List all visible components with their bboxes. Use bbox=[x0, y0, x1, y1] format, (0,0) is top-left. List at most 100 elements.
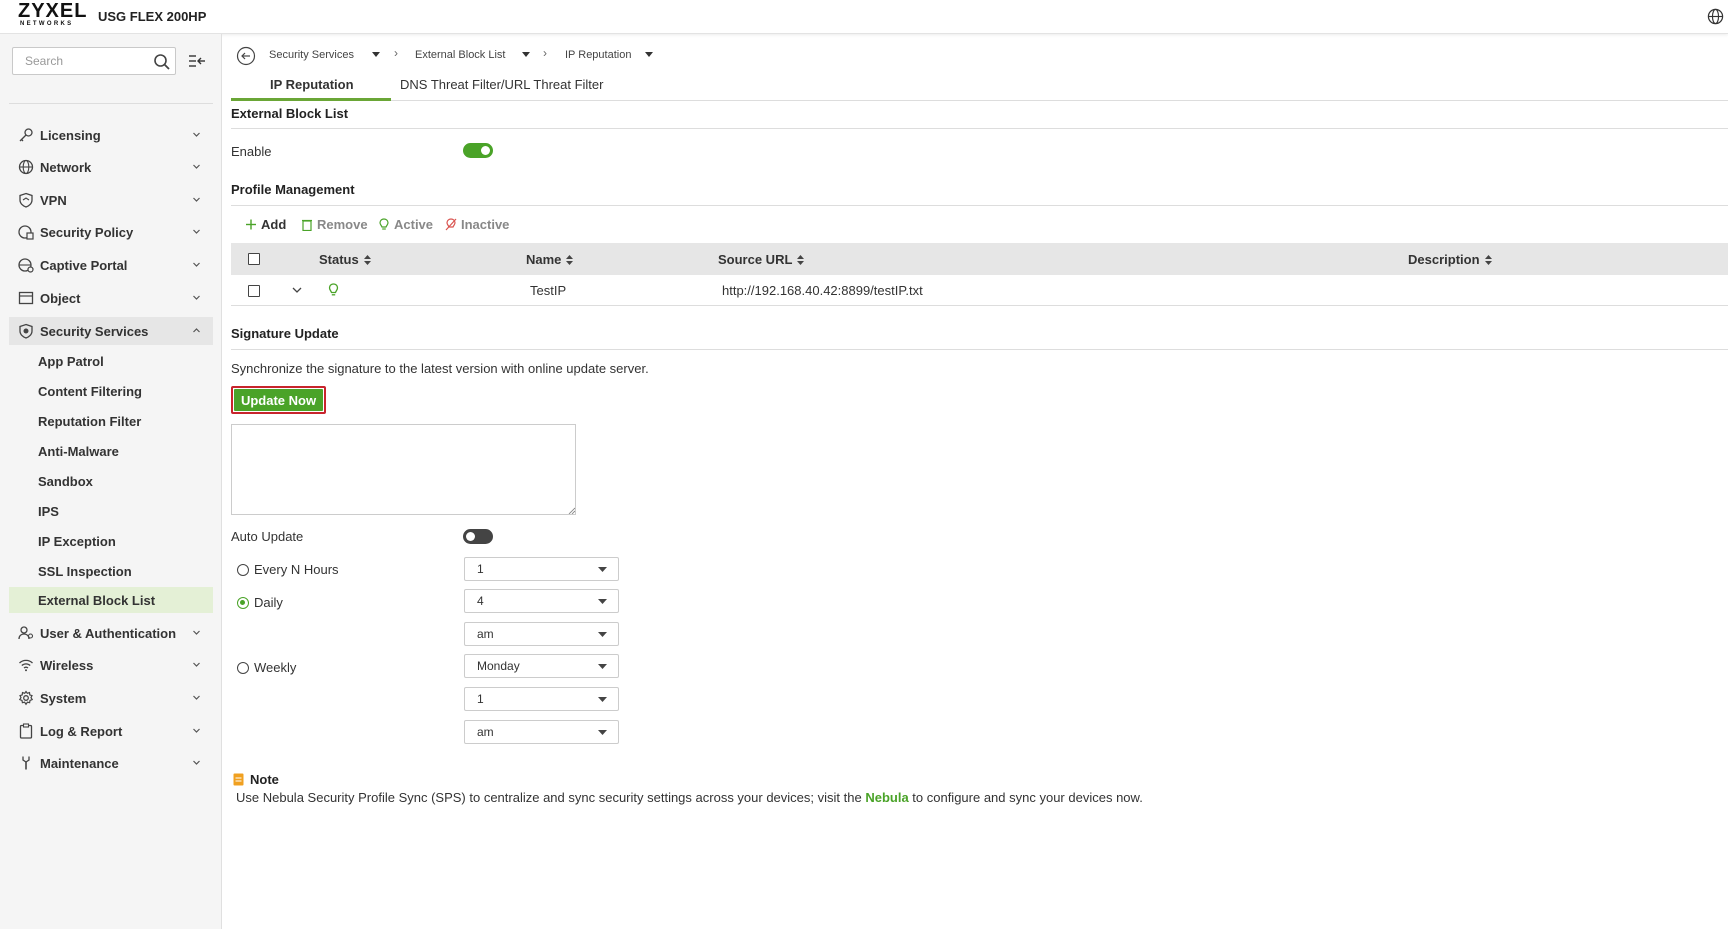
sidebar-item-user-authentication[interactable]: User & Authentication bbox=[9, 619, 213, 647]
sidebar-item-object[interactable]: Object bbox=[9, 284, 213, 312]
plus-icon bbox=[246, 219, 256, 230]
every-n-hours-radio[interactable]: Every N Hours bbox=[237, 562, 339, 577]
sidebar-subitem-reputation-filter[interactable]: Reputation Filter bbox=[9, 408, 213, 434]
language-globe-icon[interactable] bbox=[1707, 8, 1724, 25]
active-button[interactable]: Active bbox=[378, 217, 433, 232]
column-header-name[interactable]: Name bbox=[526, 252, 574, 267]
column-header-status[interactable]: Status bbox=[319, 252, 371, 267]
sidebar-subitem-external-block-list[interactable]: External Block List bbox=[9, 587, 213, 613]
caret-down-icon bbox=[598, 599, 607, 604]
remove-label: Remove bbox=[317, 217, 368, 232]
table-row[interactable]: TestIP http://192.168.40.42:8899/testIP.… bbox=[231, 275, 1728, 306]
daily-ampm-select[interactable]: am bbox=[464, 622, 619, 646]
weekly-hour-select[interactable]: 1 bbox=[464, 687, 619, 711]
search-icon[interactable] bbox=[153, 53, 171, 71]
radio-indicator bbox=[237, 661, 249, 674]
clipboard-icon bbox=[19, 723, 33, 739]
captive-portal-icon bbox=[18, 258, 34, 273]
auto-update-toggle[interactable] bbox=[463, 529, 493, 544]
sidebar-item-network[interactable]: Network bbox=[9, 153, 213, 181]
sidebar-item-licensing[interactable]: Licensing bbox=[9, 121, 213, 149]
sidebar-subitem-ips[interactable]: IPS bbox=[9, 498, 213, 524]
status-active-bulb-icon bbox=[328, 283, 339, 296]
sidebar-item-security-policy[interactable]: Security Policy bbox=[9, 218, 213, 246]
weekly-ampm-select[interactable]: am bbox=[464, 720, 619, 744]
sidebar-item-label: Captive Portal bbox=[40, 257, 128, 273]
breadcrumb-external-block-list[interactable]: External Block List bbox=[415, 49, 505, 61]
chevron-down-icon bbox=[193, 262, 200, 267]
sidebar-item-wireless[interactable]: Wireless bbox=[9, 651, 213, 679]
caret-down-icon[interactable] bbox=[645, 52, 653, 58]
sidebar-item-system[interactable]: System bbox=[9, 684, 213, 712]
sidebar-subitem-ip-exception[interactable]: IP Exception bbox=[9, 528, 213, 554]
sidebar-item-vpn[interactable]: VPN bbox=[9, 186, 213, 214]
auto-update-label: Auto Update bbox=[231, 529, 304, 544]
row-checkbox[interactable] bbox=[248, 285, 260, 297]
toggle-knob bbox=[466, 532, 475, 541]
chevron-down-icon bbox=[193, 695, 200, 700]
back-arrow-icon[interactable] bbox=[236, 46, 256, 66]
sidebar-item-security-services[interactable]: Security Services bbox=[9, 317, 213, 345]
divider bbox=[231, 128, 1728, 129]
section-title-profile-management: Profile Management bbox=[231, 182, 355, 197]
sidebar-item-maintenance[interactable]: Maintenance bbox=[9, 749, 213, 777]
signature-description: Synchronize the signature to the latest … bbox=[231, 361, 649, 376]
caret-down-icon bbox=[598, 632, 607, 637]
sidebar-item-log-report[interactable]: Log & Report bbox=[9, 717, 213, 745]
cell-source-url: http://192.168.40.42:8899/testIP.txt bbox=[722, 283, 923, 298]
add-button[interactable]: Add bbox=[245, 217, 286, 232]
section-title-signature-update: Signature Update bbox=[231, 326, 339, 341]
sidebar-subitem-sandbox[interactable]: Sandbox bbox=[9, 468, 213, 494]
column-header-source-url[interactable]: Source URL bbox=[718, 252, 805, 267]
weekly-day-select[interactable]: Monday bbox=[464, 654, 619, 678]
update-now-label: Update Now bbox=[234, 389, 323, 411]
sidebar-item-label: Maintenance bbox=[40, 755, 119, 771]
sidebar-subitem-content-filtering[interactable]: Content Filtering bbox=[9, 378, 213, 404]
chevron-down-icon bbox=[193, 164, 200, 169]
column-header-description[interactable]: Description bbox=[1408, 252, 1492, 267]
sidebar-subitem-anti-malware[interactable]: Anti-Malware bbox=[9, 438, 213, 464]
sidebar-item-captive-portal[interactable]: Captive Portal bbox=[9, 251, 213, 279]
chevron-down-icon bbox=[193, 760, 200, 765]
chevron-down-icon bbox=[193, 728, 200, 733]
breadcrumb-ip-reputation[interactable]: IP Reputation bbox=[565, 49, 631, 61]
nebula-link[interactable]: Nebula bbox=[865, 790, 908, 805]
chevron-up-icon bbox=[193, 328, 200, 333]
select-value: am bbox=[477, 725, 494, 739]
daily-hour-select[interactable]: 4 bbox=[464, 589, 619, 613]
sidebar-subitem-app-patrol[interactable]: App Patrol bbox=[9, 348, 213, 374]
update-now-button[interactable]: Update Now bbox=[231, 386, 326, 414]
caret-down-icon[interactable] bbox=[372, 52, 380, 58]
daily-radio[interactable]: Daily bbox=[237, 595, 283, 610]
update-log-textarea[interactable] bbox=[231, 424, 576, 515]
caret-down-icon bbox=[598, 664, 607, 669]
every-n-hours-select[interactable]: 1 bbox=[464, 557, 619, 581]
collapse-sidebar-icon[interactable] bbox=[188, 53, 206, 69]
sidebar-item-label: Object bbox=[40, 290, 81, 306]
remove-button[interactable]: Remove bbox=[301, 217, 368, 232]
sort-icon bbox=[363, 254, 371, 265]
resize-handle-icon[interactable] bbox=[568, 507, 575, 514]
expand-row-chevron-icon[interactable] bbox=[292, 287, 302, 294]
search-input[interactable] bbox=[13, 48, 143, 74]
tab-dns-url-threat-filter[interactable]: DNS Threat Filter/URL Threat Filter bbox=[400, 77, 603, 92]
select-all-checkbox[interactable] bbox=[248, 253, 260, 265]
add-label: Add bbox=[261, 217, 287, 232]
profile-table-header: Status Name Source URL Description bbox=[231, 243, 1728, 275]
brand-sub-text: NETWORKS bbox=[20, 21, 74, 27]
column-label: Status bbox=[319, 252, 359, 267]
inactive-button[interactable]: Inactive bbox=[445, 217, 509, 232]
sidebar-subitem-ssl-inspection[interactable]: SSL Inspection bbox=[9, 558, 213, 584]
sidebar-item-label: Log & Report bbox=[40, 723, 123, 739]
sidebar-item-label: Security Services bbox=[40, 323, 149, 339]
column-label: Name bbox=[526, 252, 562, 267]
select-value: Monday bbox=[477, 659, 520, 673]
breadcrumb-security-services[interactable]: Security Services bbox=[269, 49, 354, 61]
caret-down-icon[interactable] bbox=[522, 52, 530, 58]
weekly-radio[interactable]: Weekly bbox=[237, 660, 296, 675]
zyxel-logo[interactable]: ZYXEL NETWORKS bbox=[18, 0, 88, 34]
enable-toggle[interactable] bbox=[463, 143, 493, 158]
tab-ip-reputation[interactable]: IP Reputation bbox=[270, 77, 354, 92]
select-value: am bbox=[477, 627, 494, 641]
radio-label: Every N Hours bbox=[254, 562, 339, 577]
